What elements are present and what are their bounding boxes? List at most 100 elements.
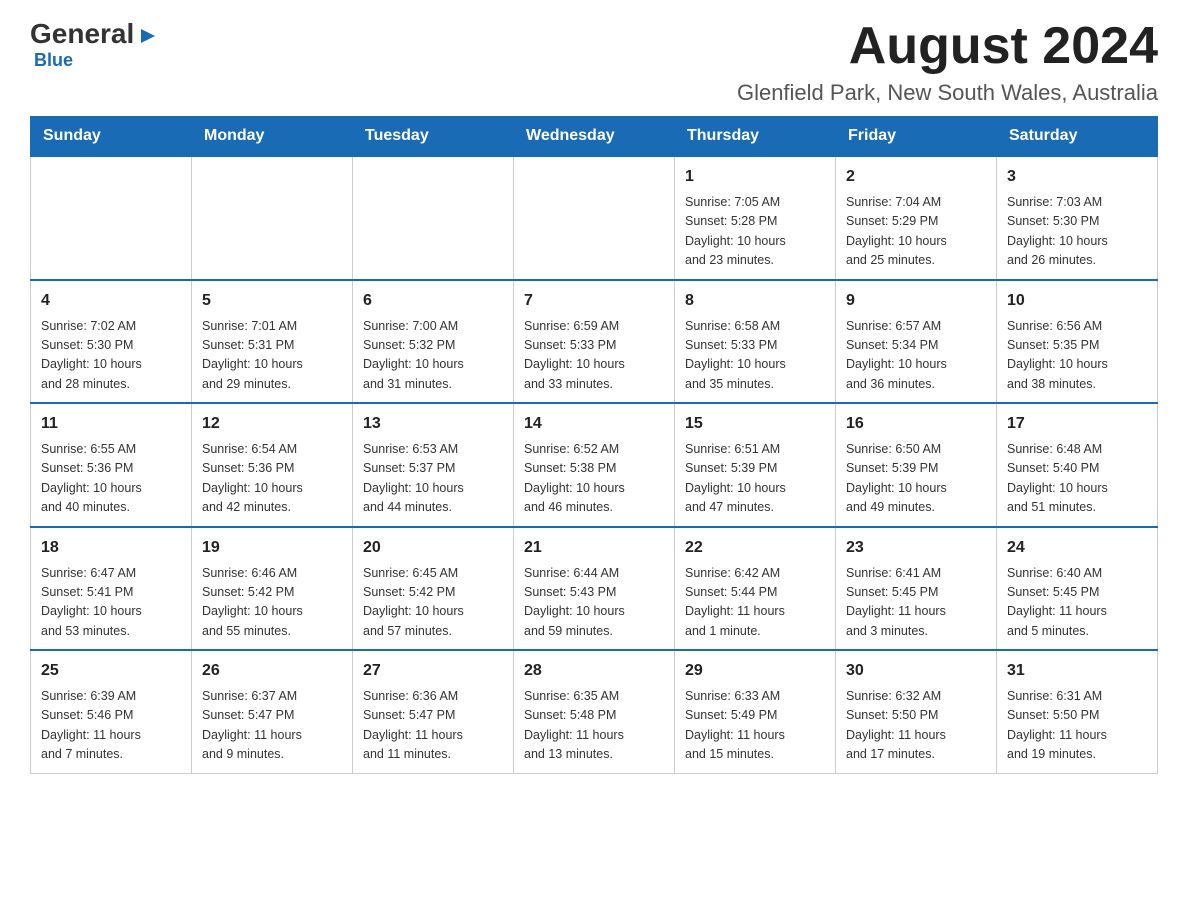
day-cell-9: 9 Sunrise: 6:57 AM Sunset: 5:34 PM Daylig… — [836, 280, 997, 404]
day-cell-19: 19 Sunrise: 6:46 AM Sunset: 5:42 PM Dayli… — [192, 527, 353, 651]
day-number: 1 — [685, 165, 825, 189]
day-cell-22: 22 Sunrise: 6:42 AM Sunset: 5:44 PM Dayli… — [675, 527, 836, 651]
day-number: 3 — [1007, 165, 1147, 189]
day-number: 17 — [1007, 412, 1147, 436]
day-number: 6 — [363, 289, 503, 313]
day-info: Sunrise: 6:51 AM Sunset: 5:39 PM Dayligh… — [685, 440, 825, 518]
empty-cell — [514, 156, 675, 280]
week-row-2: 4 Sunrise: 7:02 AM Sunset: 5:30 PM Daylig… — [31, 280, 1158, 404]
day-number: 16 — [846, 412, 986, 436]
day-number: 2 — [846, 165, 986, 189]
day-number: 31 — [1007, 659, 1147, 683]
day-cell-29: 29Sunrise: 6:33 AM Sunset: 5:49 PM Dayli… — [675, 650, 836, 773]
logo: General Blue — [30, 20, 159, 71]
day-number: 10 — [1007, 289, 1147, 313]
day-cell-1: 1 Sunrise: 7:05 AM Sunset: 5:28 PM Daylig… — [675, 156, 836, 280]
day-number: 27 — [363, 659, 503, 683]
week-row-1: 1 Sunrise: 7:05 AM Sunset: 5:28 PM Daylig… — [31, 156, 1158, 280]
day-number: 4 — [41, 289, 181, 313]
day-cell-27: 27 Sunrise: 6:36 AM Sunset: 5:47 PM Dayli… — [353, 650, 514, 773]
week-row-3: 11 Sunrise: 6:55 AM Sunset: 5:36 PM Dayli… — [31, 403, 1158, 527]
day-info: Sunrise: 6:36 AM Sunset: 5:47 PM Dayligh… — [363, 687, 503, 765]
day-info: Sunrise: 6:47 AM Sunset: 5:41 PM Dayligh… — [41, 564, 181, 642]
day-info: Sunrise: 7:00 AM Sunset: 5:32 PM Dayligh… — [363, 317, 503, 395]
day-cell-17: 17 Sunrise: 6:48 AM Sunset: 5:40 PM Dayli… — [997, 403, 1158, 527]
day-info: Sunrise: 6:41 AM Sunset: 5:45 PM Dayligh… — [846, 564, 986, 642]
day-info: Sunrise: 6:50 AM Sunset: 5:39 PM Dayligh… — [846, 440, 986, 518]
day-info: Sunrise: 6:35 AM Sunset: 5:48 PM Dayligh… — [524, 687, 664, 765]
day-cell-12: 12Sunrise: 6:54 AM Sunset: 5:36 PM Dayli… — [192, 403, 353, 527]
day-cell-26: 26 Sunrise: 6:37 AM Sunset: 5:47 PM Dayli… — [192, 650, 353, 773]
day-number: 15 — [685, 412, 825, 436]
day-info: Sunrise: 7:05 AM Sunset: 5:28 PM Dayligh… — [685, 193, 825, 271]
day-number: 26 — [202, 659, 342, 683]
day-cell-4: 4 Sunrise: 7:02 AM Sunset: 5:30 PM Daylig… — [31, 280, 192, 404]
page-header: General Blue August 2024 Glenfield Park,… — [30, 20, 1158, 106]
day-info: Sunrise: 6:59 AM Sunset: 5:33 PM Dayligh… — [524, 317, 664, 395]
day-info: Sunrise: 6:31 AM Sunset: 5:50 PM Dayligh… — [1007, 687, 1147, 765]
day-cell-24: 24 Sunrise: 6:40 AM Sunset: 5:45 PM Dayli… — [997, 527, 1158, 651]
day-number: 25 — [41, 659, 181, 683]
day-cell-20: 20Sunrise: 6:45 AM Sunset: 5:42 PM Dayli… — [353, 527, 514, 651]
empty-cell — [192, 156, 353, 280]
week-row-5: 25Sunrise: 6:39 AM Sunset: 5:46 PM Dayli… — [31, 650, 1158, 773]
month-title: August 2024 — [737, 20, 1158, 72]
day-info: Sunrise: 6:56 AM Sunset: 5:35 PM Dayligh… — [1007, 317, 1147, 395]
day-cell-14: 14 Sunrise: 6:52 AM Sunset: 5:38 PM Dayli… — [514, 403, 675, 527]
day-cell-16: 16 Sunrise: 6:50 AM Sunset: 5:39 PM Dayli… — [836, 403, 997, 527]
day-cell-5: 5Sunrise: 7:01 AM Sunset: 5:31 PM Daylig… — [192, 280, 353, 404]
day-cell-6: 6 Sunrise: 7:00 AM Sunset: 5:32 PM Daylig… — [353, 280, 514, 404]
day-number: 24 — [1007, 536, 1147, 560]
day-header-monday: Monday — [192, 117, 353, 157]
day-cell-25: 25Sunrise: 6:39 AM Sunset: 5:46 PM Dayli… — [31, 650, 192, 773]
day-number: 8 — [685, 289, 825, 313]
logo-main: General — [30, 20, 159, 48]
empty-cell — [353, 156, 514, 280]
day-cell-23: 23 Sunrise: 6:41 AM Sunset: 5:45 PM Dayli… — [836, 527, 997, 651]
day-number: 9 — [846, 289, 986, 313]
day-header-friday: Friday — [836, 117, 997, 157]
location-title: Glenfield Park, New South Wales, Austral… — [737, 80, 1158, 106]
day-cell-28: 28 Sunrise: 6:35 AM Sunset: 5:48 PM Dayli… — [514, 650, 675, 773]
day-number: 5 — [202, 289, 342, 313]
day-cell-10: 10 Sunrise: 6:56 AM Sunset: 5:35 PM Dayli… — [997, 280, 1158, 404]
day-number: 7 — [524, 289, 664, 313]
day-info: Sunrise: 6:46 AM Sunset: 5:42 PM Dayligh… — [202, 564, 342, 642]
empty-cell — [31, 156, 192, 280]
day-info: Sunrise: 6:40 AM Sunset: 5:45 PM Dayligh… — [1007, 564, 1147, 642]
day-info: Sunrise: 6:55 AM Sunset: 5:36 PM Dayligh… — [41, 440, 181, 518]
day-cell-31: 31 Sunrise: 6:31 AM Sunset: 5:50 PM Dayli… — [997, 650, 1158, 773]
title-area: August 2024 Glenfield Park, New South Wa… — [737, 20, 1158, 106]
day-info: Sunrise: 6:45 AM Sunset: 5:42 PM Dayligh… — [363, 564, 503, 642]
day-info: Sunrise: 6:48 AM Sunset: 5:40 PM Dayligh… — [1007, 440, 1147, 518]
day-header-wednesday: Wednesday — [514, 117, 675, 157]
day-header-saturday: Saturday — [997, 117, 1158, 157]
day-cell-13: 13Sunrise: 6:53 AM Sunset: 5:37 PM Dayli… — [353, 403, 514, 527]
day-number: 19 — [202, 536, 342, 560]
day-header-thursday: Thursday — [675, 117, 836, 157]
day-info: Sunrise: 6:53 AM Sunset: 5:37 PM Dayligh… — [363, 440, 503, 518]
day-number: 23 — [846, 536, 986, 560]
day-cell-15: 15 Sunrise: 6:51 AM Sunset: 5:39 PM Dayli… — [675, 403, 836, 527]
day-info: Sunrise: 6:58 AM Sunset: 5:33 PM Dayligh… — [685, 317, 825, 395]
day-info: Sunrise: 6:52 AM Sunset: 5:38 PM Dayligh… — [524, 440, 664, 518]
day-info: Sunrise: 6:32 AM Sunset: 5:50 PM Dayligh… — [846, 687, 986, 765]
day-info: Sunrise: 6:37 AM Sunset: 5:47 PM Dayligh… — [202, 687, 342, 765]
week-row-4: 18Sunrise: 6:47 AM Sunset: 5:41 PM Dayli… — [31, 527, 1158, 651]
day-cell-2: 2 Sunrise: 7:04 AM Sunset: 5:29 PM Daylig… — [836, 156, 997, 280]
day-info: Sunrise: 7:02 AM Sunset: 5:30 PM Dayligh… — [41, 317, 181, 395]
day-number: 22 — [685, 536, 825, 560]
day-cell-18: 18Sunrise: 6:47 AM Sunset: 5:41 PM Dayli… — [31, 527, 192, 651]
day-cell-30: 30Sunrise: 6:32 AM Sunset: 5:50 PM Dayli… — [836, 650, 997, 773]
day-info: Sunrise: 7:04 AM Sunset: 5:29 PM Dayligh… — [846, 193, 986, 271]
day-info: Sunrise: 6:42 AM Sunset: 5:44 PM Dayligh… — [685, 564, 825, 642]
day-info: Sunrise: 7:03 AM Sunset: 5:30 PM Dayligh… — [1007, 193, 1147, 271]
day-number: 14 — [524, 412, 664, 436]
day-cell-21: 21Sunrise: 6:44 AM Sunset: 5:43 PM Dayli… — [514, 527, 675, 651]
day-number: 11 — [41, 412, 181, 436]
day-cell-3: 3 Sunrise: 7:03 AM Sunset: 5:30 PM Daylig… — [997, 156, 1158, 280]
day-cell-7: 7 Sunrise: 6:59 AM Sunset: 5:33 PM Daylig… — [514, 280, 675, 404]
day-info: Sunrise: 6:57 AM Sunset: 5:34 PM Dayligh… — [846, 317, 986, 395]
day-header-sunday: Sunday — [31, 117, 192, 157]
day-number: 28 — [524, 659, 664, 683]
